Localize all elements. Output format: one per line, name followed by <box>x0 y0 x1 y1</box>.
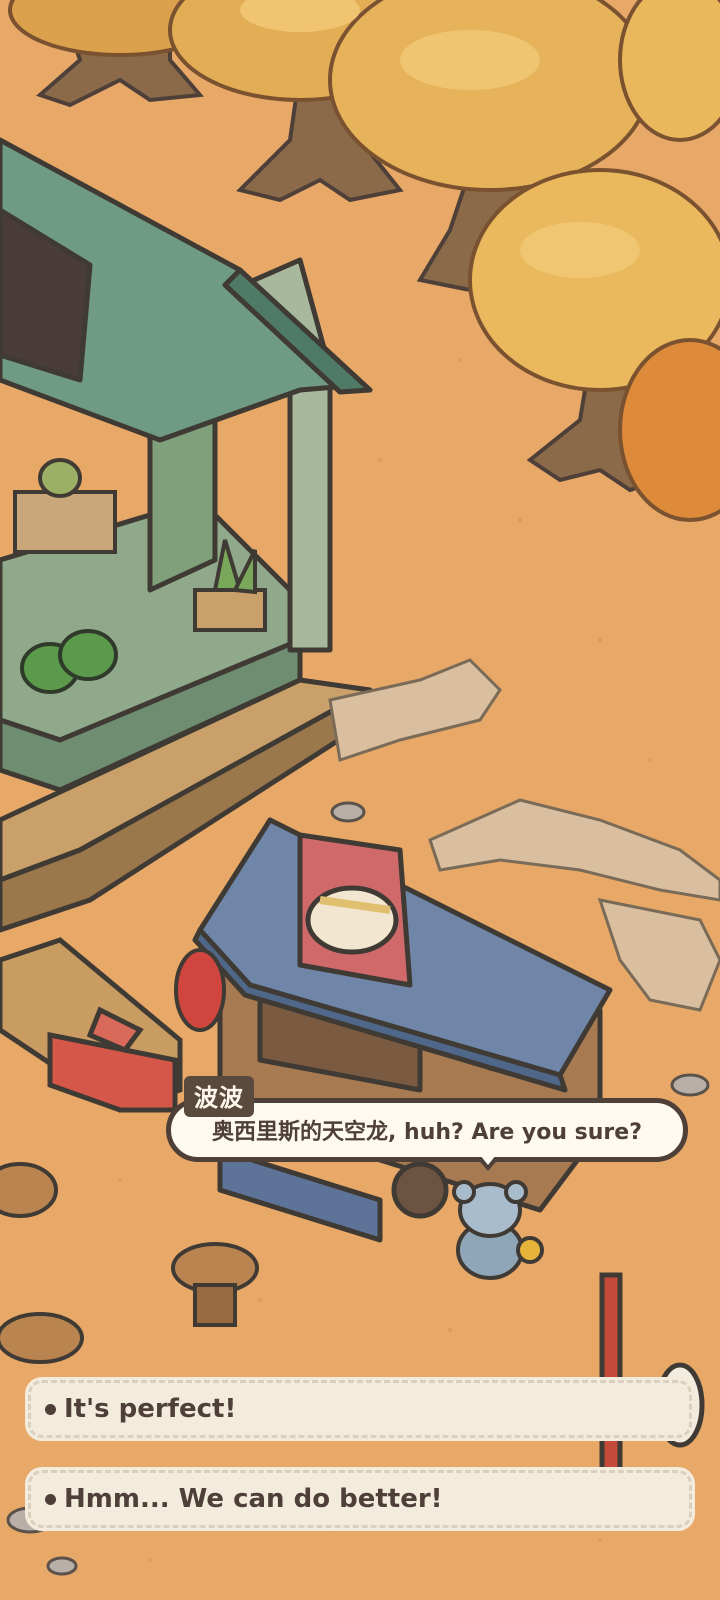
scene-artwork <box>0 0 720 1600</box>
dialogue-text: 奥西里斯的天空龙, huh? Are you sure? <box>212 1120 642 1145</box>
game-scene[interactable]: 波波 奥西里斯的天空龙, huh? Are you sure? It's per… <box>0 0 720 1600</box>
red-lantern <box>174 948 226 1032</box>
bubble-tail-fill <box>480 1155 496 1165</box>
choice-label: It's perfect! <box>64 1394 237 1424</box>
speaker-name-tag: 波波 <box>184 1076 254 1117</box>
bullet-icon <box>45 1403 56 1415</box>
choice-button-do-better[interactable]: Hmm... We can do better! <box>28 1470 692 1528</box>
choice-label: Hmm... We can do better! <box>64 1484 443 1514</box>
choice-button-perfect[interactable]: It's perfect! <box>28 1380 692 1438</box>
bullet-icon <box>45 1493 56 1505</box>
